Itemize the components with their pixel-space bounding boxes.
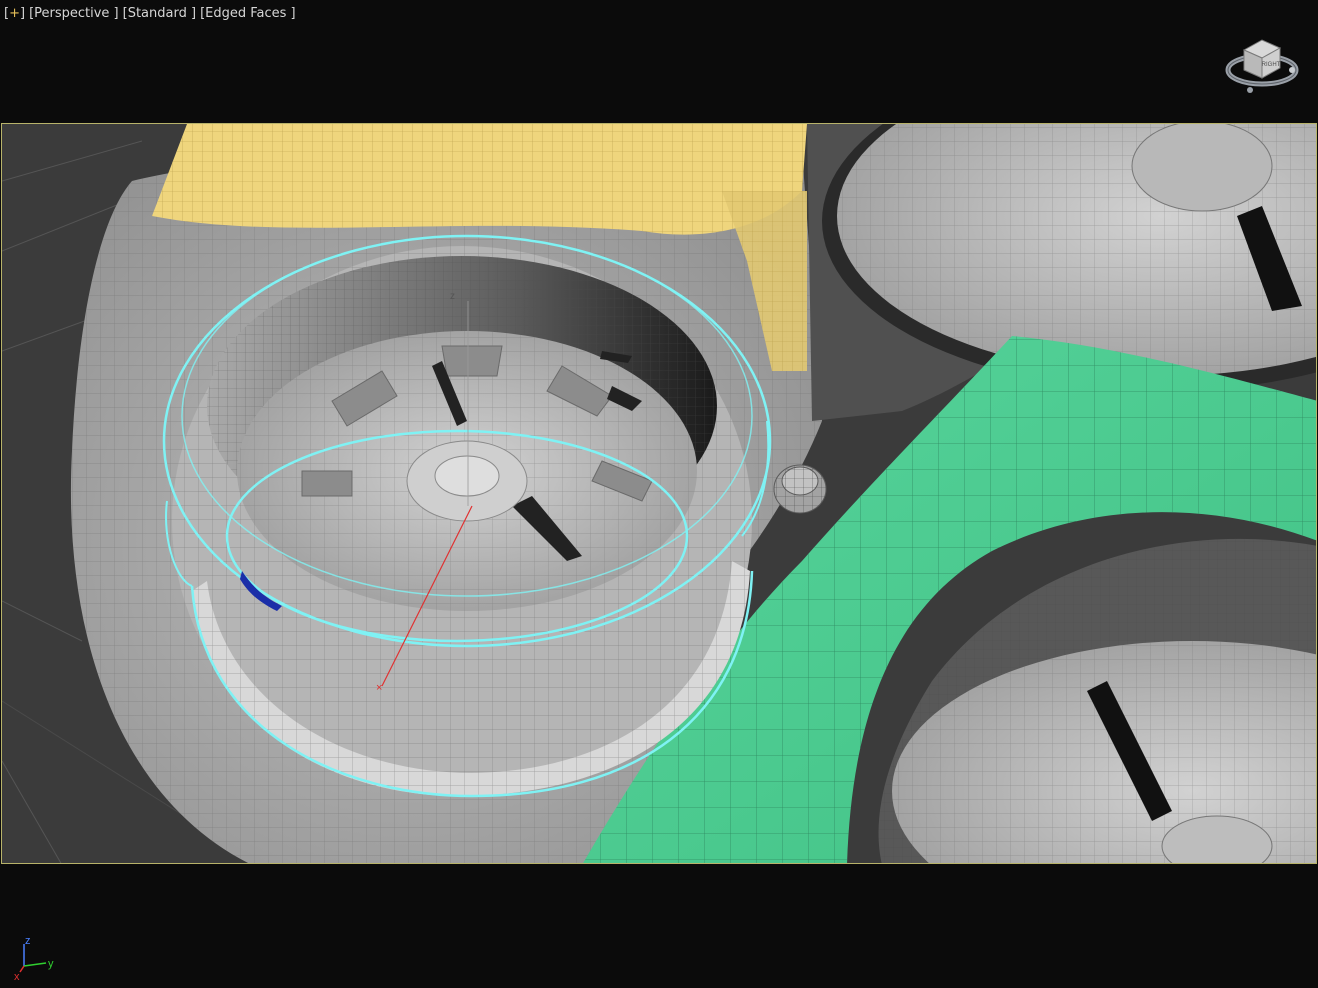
viewport-general-menu[interactable]: [+]	[4, 6, 25, 21]
scene-canvas[interactable]: z ×	[2, 124, 1317, 864]
viewcube-cube[interactable]: RIGHT	[1242, 39, 1282, 79]
viewport-point-of-view-menu[interactable]: [Perspective ]	[29, 6, 119, 21]
small-nut-mesh[interactable]	[773, 464, 827, 514]
viewcube-face-label: RIGHT	[1262, 62, 1281, 68]
viewport-shading-menu[interactable]: [Standard ]	[123, 6, 196, 21]
viewcube-home-icon[interactable]	[1247, 87, 1253, 93]
gizmo-axis-label: z	[450, 291, 455, 302]
viewcube[interactable]: RIGHT	[1222, 28, 1306, 100]
svg-text:×: ×	[376, 682, 382, 694]
viewport-per-view-preference-menu[interactable]: [Edged Faces ]	[200, 6, 296, 21]
world-axis-tripod: z y x	[14, 935, 54, 982]
viewport-perspective[interactable]: [+] [Perspective ] [Standard ] [Edged Fa…	[0, 0, 1318, 988]
tripod-y-label: y	[48, 958, 54, 970]
safe-frame: z ×	[1, 123, 1317, 864]
tripod-x-label: x	[14, 971, 20, 982]
tripod-z-label: z	[25, 935, 31, 947]
viewport-label: [+] [Perspective ] [Standard ] [Edged Fa…	[4, 6, 296, 21]
